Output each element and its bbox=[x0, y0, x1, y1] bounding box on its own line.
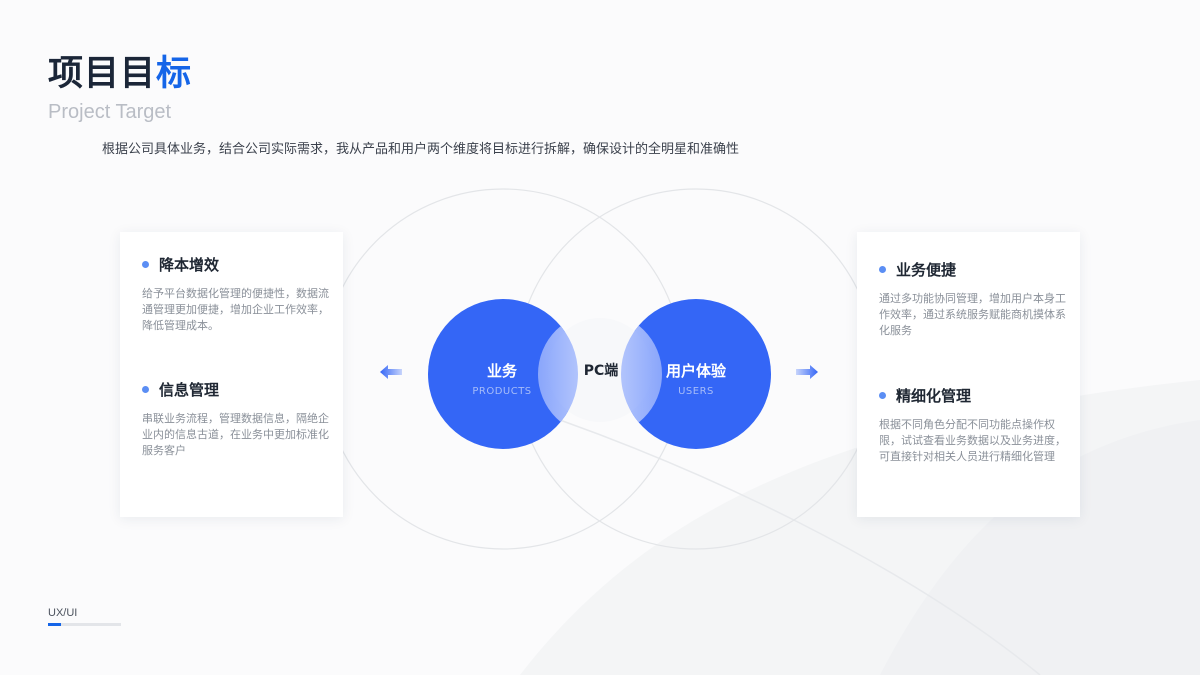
goal-item-business-convenience: 业务便捷 通过多功能协同管理，增加用户本身工作效率，通过系统服务赋能商机摸体系化… bbox=[879, 259, 1069, 339]
page-title: 项目目标 bbox=[48, 52, 192, 96]
footer-label: UX/UI bbox=[48, 607, 78, 619]
bullet-dot-icon bbox=[879, 392, 886, 399]
goal-item-info-management: 信息管理 串联业务流程，管理数据信息，隔绝企业内的信息古道，在业务中更加标准化服… bbox=[142, 379, 332, 459]
goal-item-cost-efficiency: 降本增效 给予平台数据化管理的便捷性，数据流通管理更加便捷，增加企业工作效率，降… bbox=[142, 254, 332, 334]
arrow-left-icon bbox=[380, 365, 402, 379]
footer-progress-fill bbox=[48, 623, 62, 626]
arrow-right-icon bbox=[796, 365, 818, 379]
venn-left-subtitle: PRODUCTS bbox=[472, 386, 532, 397]
venn-center-label: PC端 bbox=[583, 363, 619, 379]
goal-item-title: 信息管理 bbox=[159, 381, 220, 399]
goal-item-body: 通过多功能协同管理，增加用户本身工作效率，通过系统服务赋能商机摸体系化服务 bbox=[879, 292, 1066, 337]
goal-item-title: 降本增效 bbox=[159, 256, 220, 274]
venn-right-subtitle: USERS bbox=[678, 386, 714, 397]
goal-item-title: 精细化管理 bbox=[896, 387, 972, 405]
title-part-accent: 标 bbox=[156, 54, 193, 94]
goal-item-body: 串联业务流程，管理数据信息，隔绝企业内的信息古道，在业务中更加标准化服务客户 bbox=[142, 412, 329, 457]
goal-item-body: 根据不同角色分配不同功能点操作权限，试试查看业务数据以及业务进度，可直接针对相关… bbox=[879, 418, 1066, 463]
venn-left-title: 业务 bbox=[486, 362, 517, 380]
goal-item-body: 给予平台数据化管理的便捷性，数据流通管理更加便捷，增加企业工作效率，降低管理成本… bbox=[142, 287, 329, 332]
right-goal-card: 业务便捷 通过多功能协同管理，增加用户本身工作效率，通过系统服务赋能商机摸体系化… bbox=[857, 232, 1080, 517]
left-goal-card: 降本增效 给予平台数据化管理的便捷性，数据流通管理更加便捷，增加企业工作效率，降… bbox=[120, 232, 343, 517]
bullet-dot-icon bbox=[142, 261, 149, 268]
venn-right-title: 用户体验 bbox=[665, 362, 726, 380]
page-description: 根据公司具体业务，结合公司实际需求，我从产品和用户两个维度将目标进行拆解，确保设… bbox=[102, 142, 740, 157]
footer-progress-bar bbox=[48, 623, 121, 626]
title-part-dark: 项目目 bbox=[48, 54, 157, 94]
bullet-dot-icon bbox=[142, 386, 149, 393]
bullet-dot-icon bbox=[879, 266, 886, 273]
venn-circle-products: 业务 PRODUCTS bbox=[428, 299, 578, 449]
goal-item-fine-management: 精细化管理 根据不同角色分配不同功能点操作权限，试试查看业务数据以及业务进度，可… bbox=[879, 385, 1069, 465]
venn-circle-users: 用户体验 USERS bbox=[621, 299, 771, 449]
goal-item-title: 业务便捷 bbox=[896, 261, 957, 279]
page-subtitle: Project Target bbox=[48, 101, 172, 123]
